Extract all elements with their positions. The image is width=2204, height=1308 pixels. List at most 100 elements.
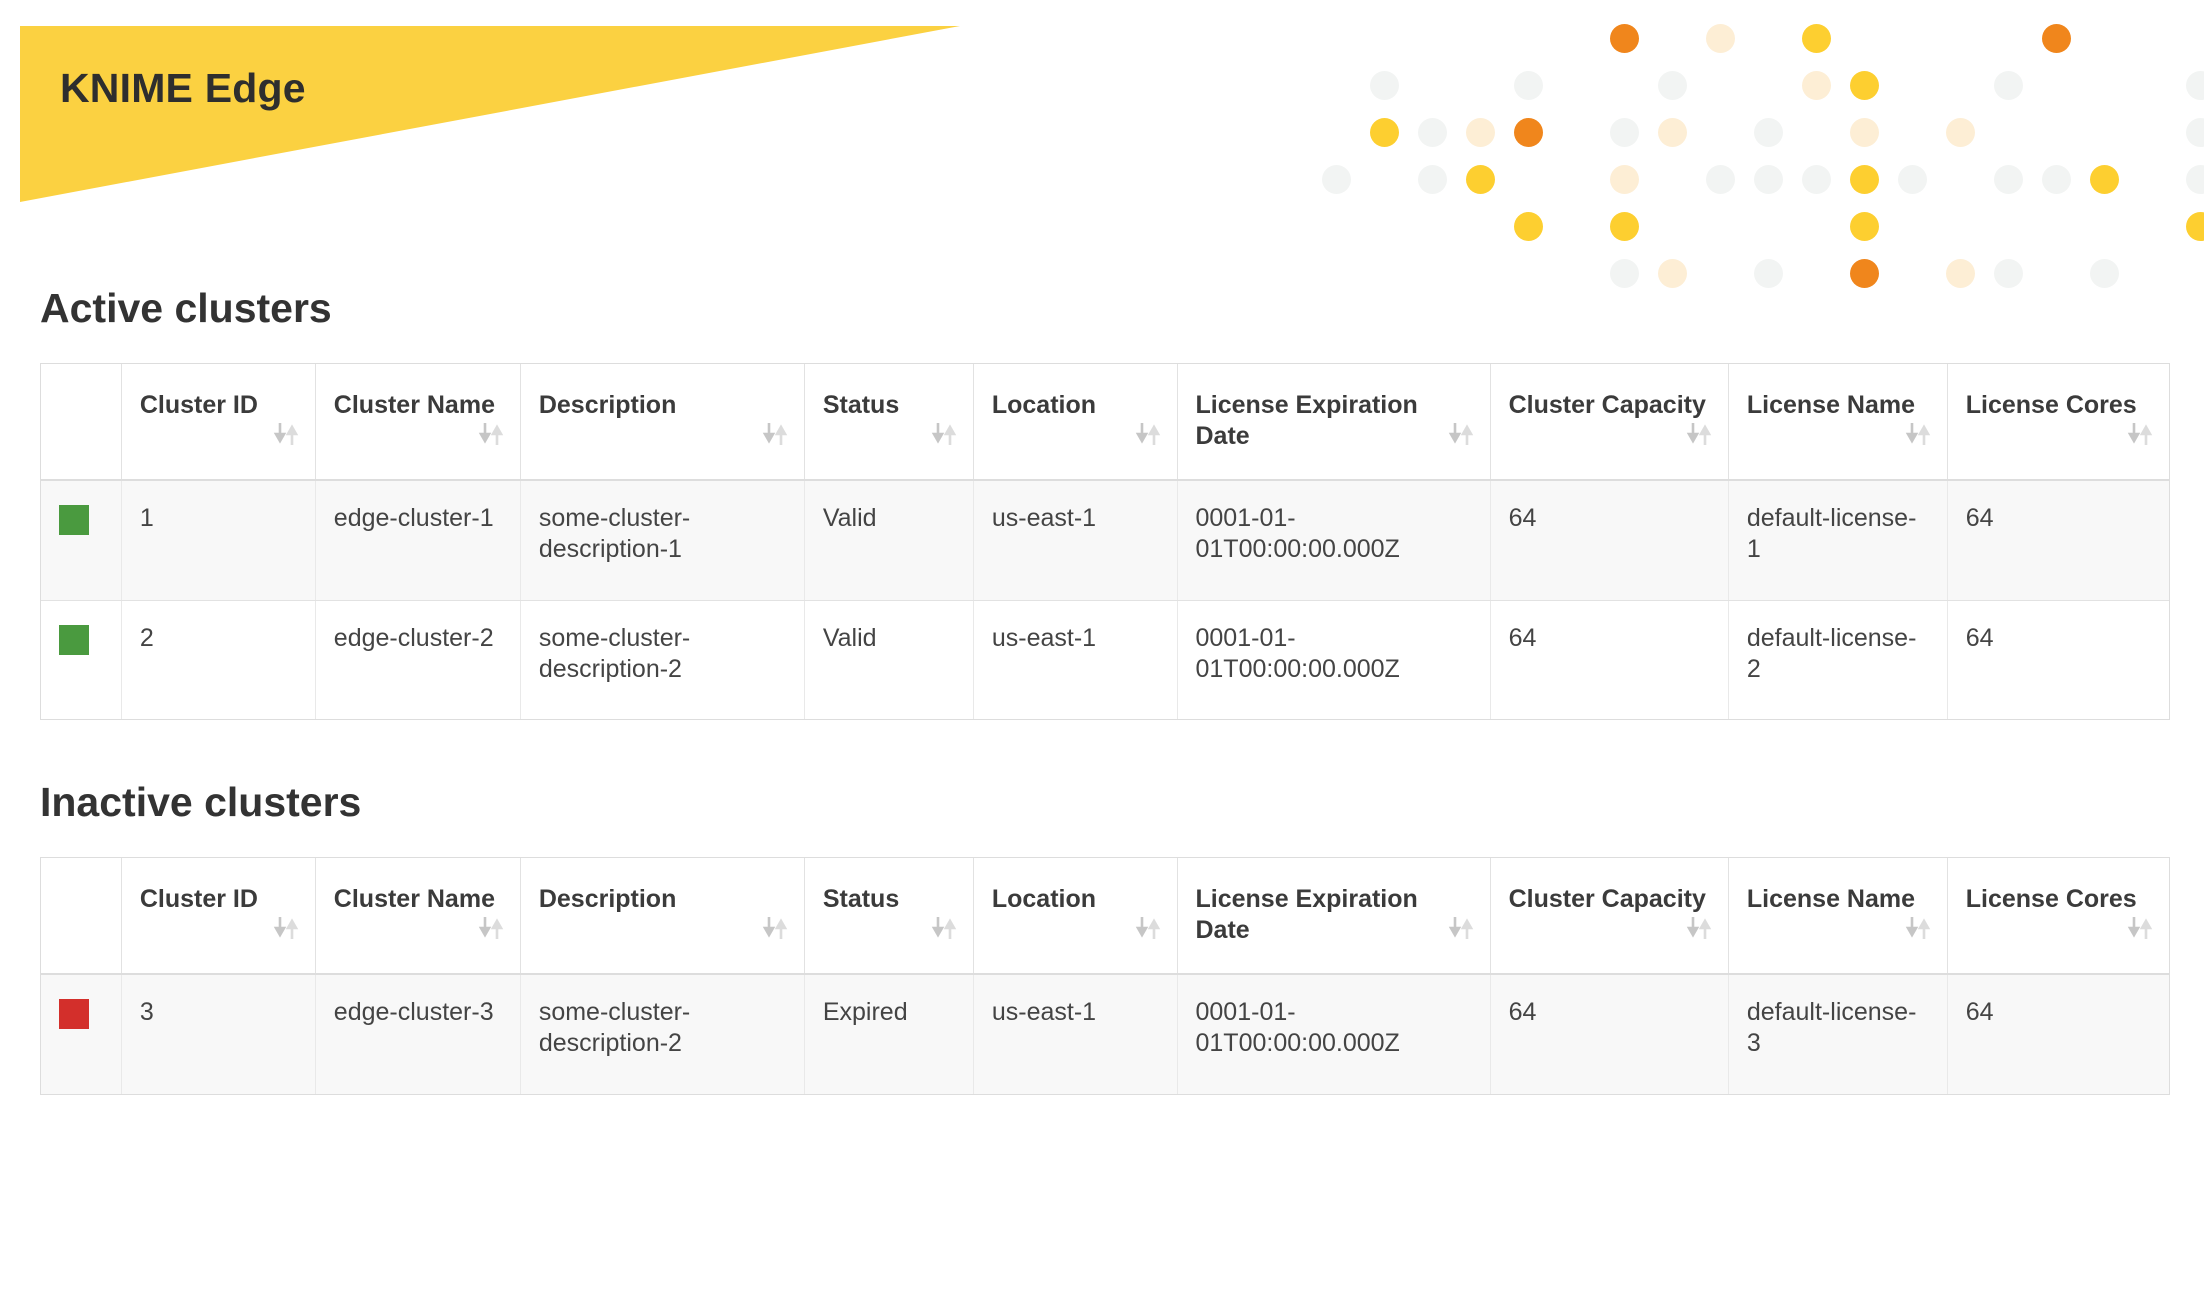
col-header-license-name[interactable]: License Name bbox=[1728, 858, 1948, 975]
col-header-cluster-id[interactable]: Cluster ID bbox=[121, 858, 316, 975]
inactive-table-body: 3 edge-cluster-3 some-cluster-description-… bbox=[41, 974, 2169, 1094]
col-header-description[interactable]: Description bbox=[520, 364, 805, 481]
cell-location: us-east-1 bbox=[973, 480, 1178, 601]
col-header-label: Description bbox=[538, 885, 677, 913]
cell-license-cores: 64 bbox=[1947, 600, 2169, 719]
cell-license-name: default-license-1 bbox=[1728, 480, 1948, 601]
col-header-label: License Name bbox=[1746, 885, 1916, 913]
decor-dot bbox=[1514, 71, 1543, 100]
col-header-label: Status bbox=[822, 391, 900, 419]
cell-status: Valid bbox=[804, 480, 974, 601]
inactive-clusters-table: Cluster ID Cluster Name Description Stat… bbox=[41, 858, 2169, 1094]
cell-cluster-capacity: 64 bbox=[1490, 600, 1729, 719]
cell-status-indicator bbox=[41, 600, 122, 719]
sort-icon[interactable] bbox=[1686, 419, 1712, 449]
sort-icon[interactable] bbox=[478, 419, 504, 449]
sort-icon[interactable] bbox=[273, 419, 299, 449]
col-header-cluster-capacity[interactable]: Cluster Capacity bbox=[1490, 364, 1729, 481]
cell-license-cores: 64 bbox=[1947, 974, 2169, 1094]
col-header-license-cores[interactable]: License Cores bbox=[1947, 858, 2169, 975]
col-header-location[interactable]: Location bbox=[973, 364, 1178, 481]
cell-location: us-east-1 bbox=[973, 974, 1178, 1094]
active-table-body: 1 edge-cluster-1 some-cluster-description-… bbox=[41, 480, 2169, 719]
cell-status-indicator bbox=[41, 974, 122, 1094]
app-title: KNIME Edge bbox=[60, 65, 306, 111]
decor-dot bbox=[1466, 165, 1495, 194]
cell-cluster-id: 2 bbox=[121, 600, 316, 719]
decor-dot bbox=[1610, 118, 1639, 147]
cell-license-expiration-date: 0001-01-01T00:00:00.000Z bbox=[1177, 480, 1491, 601]
decor-dot bbox=[1850, 118, 1879, 147]
sort-icon[interactable] bbox=[273, 913, 299, 943]
col-header-description[interactable]: Description bbox=[520, 858, 805, 975]
cell-license-expiration-date: 0001-01-01T00:00:00.000Z bbox=[1177, 974, 1491, 1094]
col-header-label: Cluster Name bbox=[333, 391, 495, 419]
decor-dot bbox=[1322, 165, 1351, 194]
col-header-label: Location bbox=[991, 885, 1097, 913]
sort-icon[interactable] bbox=[1448, 913, 1474, 943]
decor-dot bbox=[1610, 259, 1639, 288]
decor-dot bbox=[2090, 259, 2119, 288]
table-row[interactable]: 3 edge-cluster-3 some-cluster-description-… bbox=[41, 974, 2169, 1094]
cell-cluster-name: edge-cluster-3 bbox=[315, 974, 521, 1094]
col-header-label: License Cores bbox=[1965, 391, 2137, 419]
decor-dot bbox=[1514, 118, 1543, 147]
sort-icon[interactable] bbox=[2127, 419, 2153, 449]
decor-dot bbox=[1610, 165, 1639, 194]
col-header-license-name[interactable]: License Name bbox=[1728, 364, 1948, 481]
decor-dot bbox=[1610, 212, 1639, 241]
col-header-cluster-capacity[interactable]: Cluster Capacity bbox=[1490, 858, 1729, 975]
decor-dot bbox=[1418, 165, 1447, 194]
col-header-label: Status bbox=[822, 885, 900, 913]
decor-dot bbox=[1658, 71, 1687, 100]
inactive-table-header: Cluster ID Cluster Name Description Stat… bbox=[41, 858, 2169, 975]
brand-banner: KNIME Edge bbox=[20, 26, 960, 202]
table-row[interactable]: 2 edge-cluster-2 some-cluster-description-… bbox=[41, 600, 2169, 719]
decor-dot bbox=[1994, 165, 2023, 194]
decor-dot bbox=[1850, 259, 1879, 288]
decor-dot bbox=[1466, 118, 1495, 147]
cell-cluster-capacity: 64 bbox=[1490, 974, 1729, 1094]
col-header-license-expiration-date[interactable]: License Expiration Date bbox=[1177, 858, 1491, 975]
sort-icon[interactable] bbox=[1135, 419, 1161, 449]
col-header-license-cores[interactable]: License Cores bbox=[1947, 364, 2169, 481]
col-header-status[interactable]: Status bbox=[804, 364, 974, 481]
inactive-clusters-table-container: Cluster ID Cluster Name Description Stat… bbox=[40, 857, 2170, 1095]
cell-cluster-id: 1 bbox=[121, 480, 316, 601]
sort-icon[interactable] bbox=[1448, 419, 1474, 449]
col-header-cluster-id[interactable]: Cluster ID bbox=[121, 364, 316, 481]
cell-status: Valid bbox=[804, 600, 974, 719]
page-header: KNIME Edge bbox=[0, 0, 2204, 330]
sort-icon[interactable] bbox=[931, 419, 957, 449]
col-header-location[interactable]: Location bbox=[973, 858, 1178, 975]
sort-icon[interactable] bbox=[1905, 419, 1931, 449]
sort-icon[interactable] bbox=[1905, 913, 1931, 943]
decor-dot bbox=[1610, 24, 1639, 53]
decor-dot bbox=[1850, 71, 1879, 100]
sort-icon[interactable] bbox=[478, 913, 504, 943]
sort-icon[interactable] bbox=[1686, 913, 1712, 943]
sort-icon[interactable] bbox=[2127, 913, 2153, 943]
status-ok-icon bbox=[59, 624, 89, 655]
sort-icon[interactable] bbox=[762, 419, 788, 449]
col-header-indicator bbox=[41, 364, 122, 481]
sort-icon[interactable] bbox=[1135, 913, 1161, 943]
active-clusters-table: Cluster ID Cluster Name Description Stat… bbox=[41, 364, 2169, 719]
col-header-cluster-name[interactable]: Cluster Name bbox=[315, 364, 521, 481]
sort-icon[interactable] bbox=[931, 913, 957, 943]
decor-dot bbox=[2042, 165, 2071, 194]
col-header-status[interactable]: Status bbox=[804, 858, 974, 975]
decor-dot bbox=[2186, 165, 2204, 194]
table-row[interactable]: 1 edge-cluster-1 some-cluster-description-… bbox=[41, 480, 2169, 601]
col-header-label: License Cores bbox=[1965, 885, 2137, 913]
col-header-label: Cluster Name bbox=[333, 885, 495, 913]
decor-dot bbox=[1994, 259, 2023, 288]
decor-dot bbox=[1802, 24, 1831, 53]
decor-dot bbox=[1370, 118, 1399, 147]
status-error-icon bbox=[59, 999, 89, 1029]
col-header-license-expiration-date[interactable]: License Expiration Date bbox=[1177, 364, 1491, 481]
col-header-cluster-name[interactable]: Cluster Name bbox=[315, 858, 521, 975]
decor-dot bbox=[1370, 71, 1399, 100]
cell-description: some-cluster-description-2 bbox=[520, 600, 805, 719]
sort-icon[interactable] bbox=[762, 913, 788, 943]
